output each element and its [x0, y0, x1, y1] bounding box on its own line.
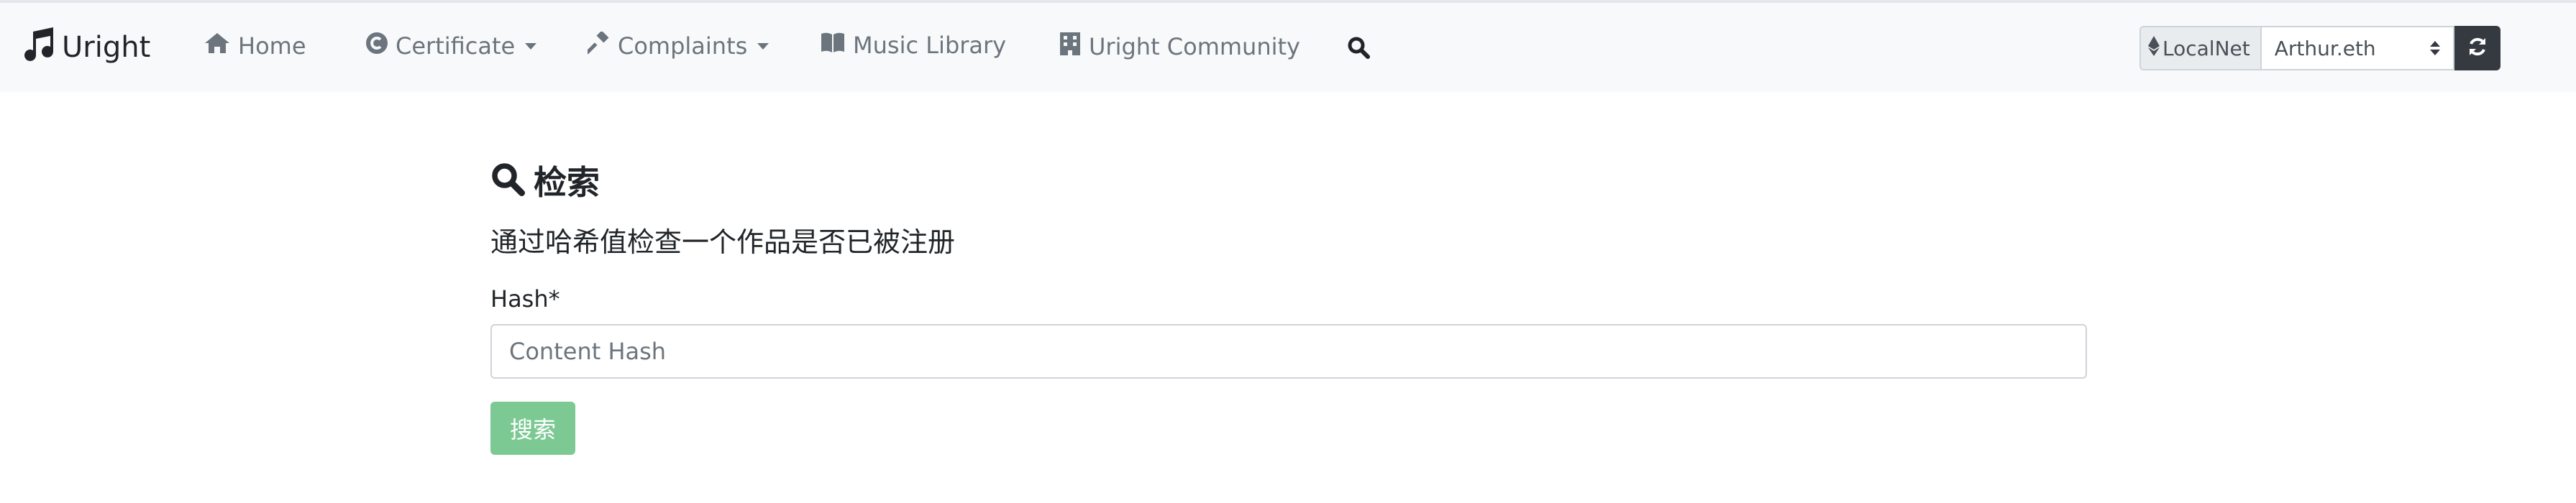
chevron-down-icon	[757, 42, 769, 50]
nav-certificate-label: Certificate	[396, 32, 516, 60]
nav-complaints-label: Complaints	[618, 32, 748, 60]
nav-complaints[interactable]: Complaints	[585, 30, 769, 60]
network-label: LocalNet	[2162, 36, 2250, 60]
copyright-icon	[365, 32, 388, 60]
nav-home-label: Home	[238, 32, 306, 60]
page-title-row: 检索	[490, 157, 2087, 204]
nav-music-library[interactable]: Music Library	[820, 32, 1006, 59]
chevron-down-icon	[525, 42, 537, 50]
account-select-value: Arthur.eth	[2274, 36, 2376, 60]
home-icon	[204, 32, 231, 60]
refresh-icon	[2467, 36, 2488, 60]
search-icon	[1347, 37, 1370, 62]
book-icon	[820, 32, 846, 59]
gavel-icon	[585, 30, 611, 60]
nav-search[interactable]	[1347, 36, 1370, 62]
account-select[interactable]: Arthur.eth	[2260, 26, 2454, 70]
ethereum-icon	[2148, 35, 2160, 61]
nav-music-library-label: Music Library	[853, 32, 1007, 59]
search-panel: 检索 通过哈希值检查一个作品是否已被注册 Hash* 搜索	[490, 157, 2087, 455]
brand-link[interactable]: Uright	[22, 26, 150, 69]
page-subtitle: 通过哈希值检查一个作品是否已被注册	[490, 226, 956, 258]
search-icon	[490, 162, 525, 199]
nav-certificate[interactable]: Certificate	[365, 32, 537, 60]
search-submit-button[interactable]: 搜索	[490, 402, 575, 455]
nav-community[interactable]: Uright Community	[1059, 32, 1300, 62]
music-note-icon	[22, 26, 56, 69]
network-indicator: LocalNet	[2139, 26, 2260, 70]
refresh-button[interactable]	[2454, 26, 2500, 70]
nav-home[interactable]: Home	[204, 32, 306, 60]
hash-input[interactable]	[490, 324, 2087, 379]
select-arrows-icon	[2429, 41, 2440, 55]
network-account-group: LocalNet Arthur.eth	[2139, 26, 2500, 70]
building-icon	[1059, 32, 1082, 62]
page-title: 检索	[534, 163, 600, 202]
brand-name: Uright	[62, 31, 151, 64]
nav-community-label: Uright Community	[1089, 33, 1300, 60]
navbar: Uright Home Certificate Complaints Music…	[0, 3, 2576, 92]
hash-label: Hash*	[490, 285, 560, 313]
